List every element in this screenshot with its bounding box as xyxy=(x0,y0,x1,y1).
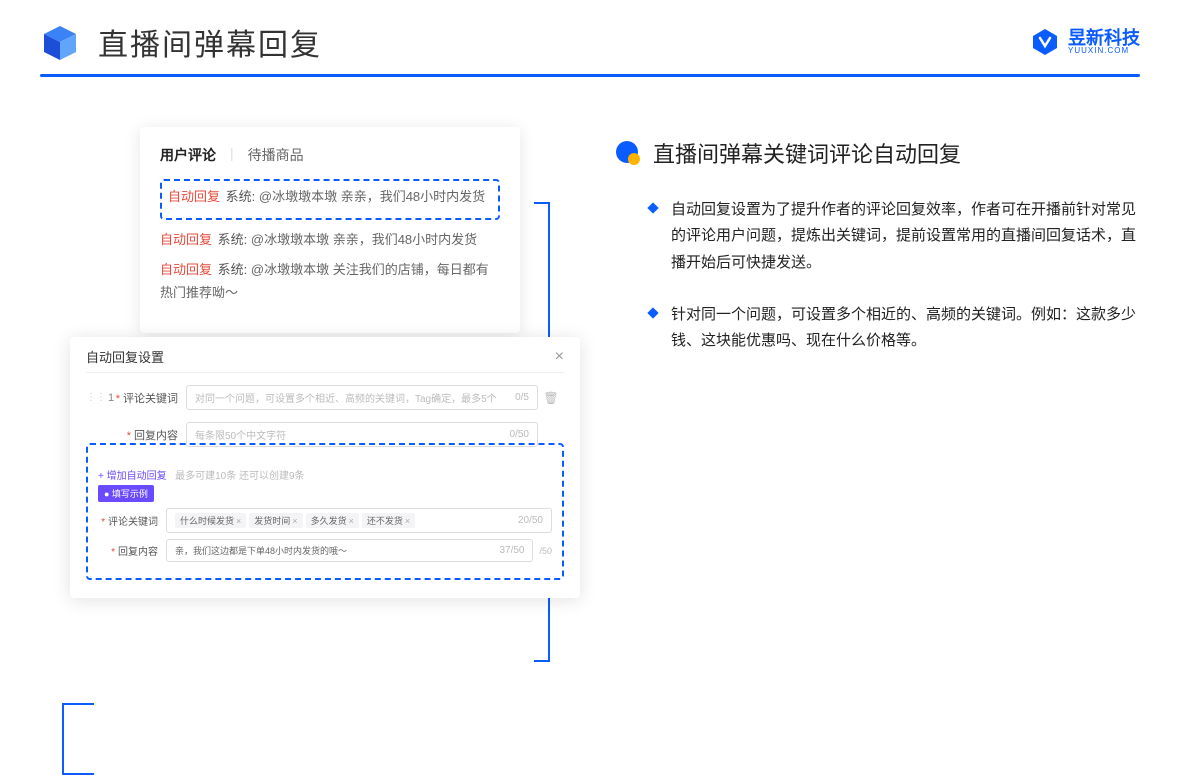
paragraph-text: 针对同一个问题，可设置多个相近的、高频的关键词。例如：这款多少钱、这块能优惠吗、… xyxy=(671,302,1140,355)
example-reply-row: *回复内容 亲，我们这边都是下单48小时内发货的哦～ 37/50 /50 xyxy=(98,539,552,562)
example-keyword-count: 20/50 xyxy=(518,515,543,526)
keyword-count: 0/5 xyxy=(515,392,529,403)
comments-card: 用户评论 | 待播商品 自动回复 系统: @冰墩墩本墩 亲亲，我们48小时内发货… xyxy=(140,127,520,333)
left-bracket-connector xyxy=(62,703,102,775)
keyword-chip[interactable]: 还不发货× xyxy=(362,513,415,528)
system-tag: 系统: xyxy=(218,262,248,277)
comments-tabs: 用户评论 | 待播商品 xyxy=(160,145,500,165)
system-tag: 系统: xyxy=(226,189,256,204)
auto-reply-tag: 自动回复 xyxy=(160,232,212,247)
settings-header: 自动回复设置 × xyxy=(86,347,564,373)
add-reply-link[interactable]: + 增加自动回复 xyxy=(98,467,167,482)
close-icon[interactable]: × xyxy=(555,348,564,366)
reply-placeholder: 每条限50个中文字符 xyxy=(195,427,286,442)
example-reply-count: 37/50 xyxy=(499,545,524,556)
logo-subtext: YUUXIN.COM xyxy=(1068,47,1140,55)
keyword-input[interactable]: 对同一个问题，可设置多个相近、高频的关键词，Tag确定，最多5个 0/5 xyxy=(186,385,538,410)
keyword-label: *评论关键词 xyxy=(114,390,178,406)
page-header: 直播间弹幕回复 昱新科技 YUUXIN.COM xyxy=(0,0,1180,74)
logo-text: 昱新科技 xyxy=(1068,29,1140,47)
keyword-chip[interactable]: 多久发货× xyxy=(306,513,359,528)
highlighted-comment: 自动回复 系统: @冰墩墩本墩 亲亲，我们48小时内发货 xyxy=(160,179,500,220)
diamond-icon xyxy=(647,307,658,318)
auto-reply-tag: 自动回复 xyxy=(168,189,220,204)
paragraph-text: 自动回复设置为了提升作者的评论回复效率，作者可在开播前针对常见的评论用户问题，提… xyxy=(671,197,1140,276)
reply-count: 0/50 xyxy=(510,429,529,440)
right-column: 直播间弹幕关键词评论自动回复 自动回复设置为了提升作者的评论回复效率，作者可在开… xyxy=(575,127,1140,380)
system-tag: 系统: xyxy=(218,232,248,247)
tab-pending-goods[interactable]: 待播商品 xyxy=(248,145,304,165)
logo-icon xyxy=(1030,27,1060,57)
section-subtitle: 直播间弹幕关键词评论自动回复 xyxy=(653,137,961,169)
example-reply-input[interactable]: 亲，我们这边都是下单48小时内发货的哦～ 37/50 xyxy=(166,539,533,562)
comment-text: @冰墩墩本墩 亲亲，我们48小时内发货 xyxy=(251,232,477,247)
keyword-chip[interactable]: 什么时候发货× xyxy=(175,513,246,528)
cube-icon xyxy=(40,22,80,62)
row-handle[interactable]: ⋮⋮ 1 xyxy=(86,392,114,404)
example-keyword-label: *评论关键词 xyxy=(98,513,158,528)
delete-icon[interactable]: 🗑 xyxy=(538,391,564,405)
example-reply-text: 亲，我们这边都是下单48小时内发货的哦～ xyxy=(175,544,347,557)
left-column: 用户评论 | 待播商品 自动回复 系统: @冰墩墩本墩 亲亲，我们48小时内发货… xyxy=(40,127,575,380)
diamond-icon xyxy=(647,202,658,213)
example-badge: ● 填写示例 xyxy=(98,485,154,502)
bullet-icon xyxy=(615,140,641,166)
keyword-row: ⋮⋮ 1 *评论关键词 对同一个问题，可设置多个相近、高频的关键词，Tag确定，… xyxy=(86,385,564,410)
comment-row: 自动回复 系统: @冰墩墩本墩 亲亲，我们48小时内发货 xyxy=(160,228,500,251)
bullet-paragraph: 自动回复设置为了提升作者的评论回复效率，作者可在开播前针对常见的评论用户问题，提… xyxy=(615,197,1140,276)
comment-row: 自动回复 系统: @冰墩墩本墩 关注我们的店铺，每日都有热门推荐呦～ xyxy=(160,258,500,305)
settings-title: 自动回复设置 xyxy=(86,347,164,366)
auto-reply-tag: 自动回复 xyxy=(160,262,212,277)
add-reply-hint: 最多可建10条 还可以创建9条 xyxy=(175,471,304,482)
example-keyword-row: *评论关键词 什么时候发货× 发货时间× 多久发货× 还不发货× 20/50 xyxy=(98,508,552,533)
brand-logo: 昱新科技 YUUXIN.COM xyxy=(1030,27,1140,57)
tab-divider: | xyxy=(230,145,234,165)
keyword-chip[interactable]: 发货时间× xyxy=(249,513,302,528)
page-title: 直播间弹幕回复 xyxy=(98,20,322,64)
side-count: /50 xyxy=(539,546,552,556)
tab-user-comments[interactable]: 用户评论 xyxy=(160,145,216,165)
example-keyword-input[interactable]: 什么时候发货× 发货时间× 多久发货× 还不发货× 20/50 xyxy=(166,508,552,533)
content-area: 用户评论 | 待播商品 自动回复 系统: @冰墩墩本墩 亲亲，我们48小时内发货… xyxy=(0,77,1180,380)
subtitle-row: 直播间弹幕关键词评论自动回复 xyxy=(615,137,1140,169)
comment-text: @冰墩墩本墩 亲亲，我们48小时内发货 xyxy=(259,189,485,204)
bullet-paragraph: 针对同一个问题，可设置多个相近的、高频的关键词。例如：这款多少钱、这块能优惠吗、… xyxy=(615,302,1140,355)
keyword-placeholder: 对同一个问题，可设置多个相近、高频的关键词，Tag确定，最多5个 xyxy=(195,390,497,405)
example-box: + 增加自动回复 最多可建10条 还可以创建9条 ● 填写示例 *评论关键词 什… xyxy=(86,443,564,580)
example-reply-label: *回复内容 xyxy=(98,543,158,558)
reply-label: *回复内容 xyxy=(114,427,178,443)
comment-row: 自动回复 系统: @冰墩墩本墩 亲亲，我们48小时内发货 xyxy=(168,185,492,208)
settings-card: 自动回复设置 × ⋮⋮ 1 *评论关键词 对同一个问题，可设置多个相近、高频的关… xyxy=(70,337,580,598)
